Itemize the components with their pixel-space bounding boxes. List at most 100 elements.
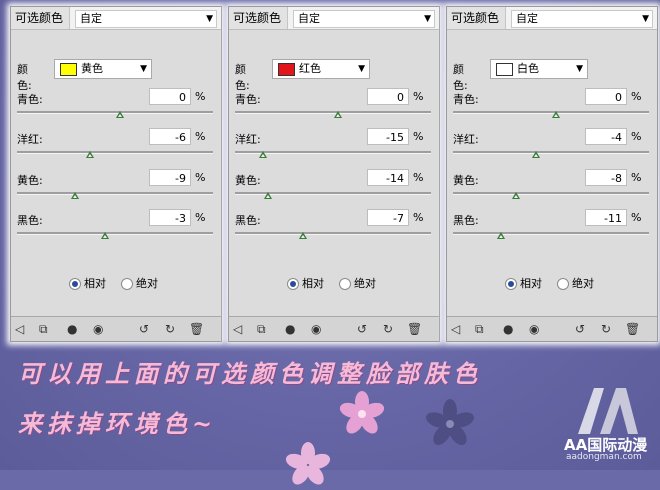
slider-value-field[interactable]: -15 — [367, 128, 409, 145]
logo-url: aadongman.com — [566, 452, 642, 462]
panel-footer: ◁ ⧉ ● ◉ ↺ ↻ 🗑 — [229, 316, 439, 341]
slider-value-field[interactable]: 0 — [367, 88, 409, 105]
trash-icon[interactable]: 🗑 — [625, 322, 640, 336]
slider-row: 黄色: -14% — [229, 169, 439, 209]
relative-radio[interactable]: 相对 — [505, 275, 542, 291]
panel-title[interactable]: 可选颜色 — [447, 7, 507, 29]
refresh-icon[interactable]: ↻ — [383, 322, 393, 336]
slider-value-field[interactable]: -8 — [585, 169, 627, 186]
slider-track[interactable] — [235, 111, 431, 114]
slider-thumb[interactable] — [263, 192, 272, 199]
reset-icon[interactable]: ↺ — [575, 322, 585, 336]
slider-value-field[interactable]: -9 — [149, 169, 191, 186]
caption-line-2: 来抹掉环境色~ — [18, 409, 218, 438]
slider-thumb[interactable] — [532, 151, 541, 158]
slider-value-field[interactable]: 0 — [585, 88, 627, 105]
color-swatch — [496, 63, 513, 76]
chevron-down-icon: ▼ — [576, 64, 583, 74]
clip-layer-icon[interactable]: ⧉ — [257, 322, 266, 336]
preset-value: 自定 — [298, 12, 320, 25]
slider-thumb[interactable] — [101, 232, 110, 239]
panel-title[interactable]: 可选颜色 — [11, 7, 71, 29]
chevron-down-icon: ▼ — [206, 14, 213, 24]
slider-thumb[interactable] — [258, 151, 267, 158]
slider-row: 黑色: -3% — [11, 209, 221, 249]
relative-radio[interactable]: 相对 — [287, 275, 324, 291]
trash-icon[interactable]: 🗑 — [407, 322, 422, 336]
slider-row: 黄色: -9% — [11, 169, 221, 209]
slider-thumb[interactable] — [116, 111, 125, 118]
slider-track[interactable] — [453, 192, 649, 195]
trash-icon[interactable]: 🗑 — [189, 322, 204, 336]
slider-label: 青色: — [453, 93, 479, 106]
slider-thumb[interactable] — [552, 111, 561, 118]
refresh-icon[interactable]: ↻ — [165, 322, 175, 336]
slider-value-field[interactable]: 0 — [149, 88, 191, 105]
slider-track[interactable] — [235, 232, 431, 235]
absolute-radio[interactable]: 绝对 — [339, 275, 376, 291]
color-name: 白色 — [517, 62, 539, 75]
slider-row: 黄色: -8% — [447, 169, 657, 209]
slider-thumb[interactable] — [298, 232, 307, 239]
back-arrow-icon[interactable]: ◁ — [451, 322, 460, 336]
visibility-state-icon[interactable]: ● — [503, 322, 513, 336]
percent-unit: % — [631, 90, 642, 103]
slider-track[interactable] — [17, 192, 213, 195]
slider-value-field[interactable]: -3 — [149, 209, 191, 226]
percent-unit: % — [195, 90, 206, 103]
back-arrow-icon[interactable]: ◁ — [233, 322, 242, 336]
color-dropdown[interactable]: 红色 ▼ — [272, 59, 370, 79]
slider-value-field[interactable]: -11 — [585, 209, 627, 226]
slider-track[interactable] — [453, 111, 649, 114]
aa-logo: AA国际动漫 aadongman.com — [560, 382, 652, 466]
slider-thumb[interactable] — [511, 192, 520, 199]
eye-icon[interactable]: ◉ — [311, 322, 321, 336]
slider-value-field[interactable]: -7 — [367, 209, 409, 226]
slider-thumb[interactable] — [334, 111, 343, 118]
reset-icon[interactable]: ↺ — [139, 322, 149, 336]
method-radio-group: 相对 绝对 — [11, 275, 221, 291]
slider-track[interactable] — [17, 111, 213, 114]
preset-dropdown[interactable]: 自定 ▼ — [511, 10, 653, 28]
chevron-down-icon: ▼ — [358, 64, 365, 74]
relative-label: 相对 — [84, 277, 106, 290]
visibility-state-icon[interactable]: ● — [67, 322, 77, 336]
percent-unit: % — [631, 130, 642, 143]
slider-value-field[interactable]: -6 — [149, 128, 191, 145]
visibility-state-icon[interactable]: ● — [285, 322, 295, 336]
clip-layer-icon[interactable]: ⧉ — [475, 322, 484, 336]
slider-thumb[interactable] — [496, 232, 505, 239]
radio-dot-icon — [557, 278, 569, 290]
clip-layer-icon[interactable]: ⧉ — [39, 322, 48, 336]
radio-dot-icon — [505, 278, 517, 290]
eye-icon[interactable]: ◉ — [529, 322, 539, 336]
slider-value-field[interactable]: -14 — [367, 169, 409, 186]
slider-track[interactable] — [17, 151, 213, 154]
back-arrow-icon[interactable]: ◁ — [15, 322, 24, 336]
selective-color-panel: 可选颜色 自定 ▼ 颜色: 黄色 ▼ 青色: 0% 洋红: -6% 黄色: -9% 黑色: -3% 相对 绝对… — [10, 6, 222, 342]
percent-unit: % — [631, 211, 642, 224]
refresh-icon[interactable]: ↻ — [601, 322, 611, 336]
slider-label: 黑色: — [17, 214, 43, 227]
relative-radio[interactable]: 相对 — [69, 275, 106, 291]
slider-label: 黄色: — [235, 174, 261, 187]
eye-icon[interactable]: ◉ — [93, 322, 103, 336]
slider-track[interactable] — [17, 232, 213, 235]
slider-row: 青色: 0% — [447, 88, 657, 128]
slider-value-field[interactable]: -4 — [585, 128, 627, 145]
color-swatch — [60, 63, 77, 76]
slider-track[interactable] — [453, 151, 649, 154]
reset-icon[interactable]: ↺ — [357, 322, 367, 336]
color-dropdown[interactable]: 白色 ▼ — [490, 59, 588, 79]
preset-dropdown[interactable]: 自定 ▼ — [75, 10, 217, 28]
absolute-radio[interactable]: 绝对 — [121, 275, 158, 291]
percent-unit: % — [413, 171, 424, 184]
preset-dropdown[interactable]: 自定 ▼ — [293, 10, 435, 28]
slider-thumb[interactable] — [70, 192, 79, 199]
slider-thumb[interactable] — [85, 151, 94, 158]
color-dropdown[interactable]: 黄色 ▼ — [54, 59, 152, 79]
absolute-radio[interactable]: 绝对 — [557, 275, 594, 291]
slider-row: 黑色: -7% — [229, 209, 439, 249]
panel-title[interactable]: 可选颜色 — [229, 7, 289, 29]
slider-track[interactable] — [453, 232, 649, 235]
